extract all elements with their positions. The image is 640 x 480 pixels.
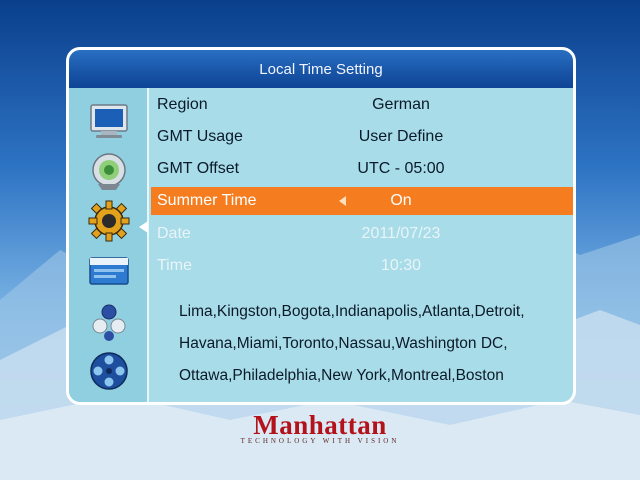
- game-pieces-icon[interactable]: [88, 300, 130, 342]
- setting-row-time: Time 10:30: [151, 251, 573, 281]
- local-time-setting-panel: Local Time Setting Region German GMT Usa…: [66, 47, 576, 405]
- setting-value: UTC - 05:00: [357, 160, 445, 177]
- setting-label: Time: [157, 257, 192, 274]
- setting-row-gmt-usage[interactable]: GMT Usage User Define: [151, 122, 573, 152]
- setting-row-region[interactable]: Region German: [151, 90, 573, 120]
- timezone-cities: Lima,Kingston,Bogota,Indianapolis,Atlant…: [179, 296, 559, 392]
- setting-label: Region: [157, 96, 208, 113]
- brand-logo: Manhattan TECHNOLOGY WITH VISION: [0, 410, 640, 445]
- setting-row-gmt-offset[interactable]: GMT Offset UTC - 05:00: [151, 154, 573, 184]
- setting-row-date: Date 2011/07/23: [151, 219, 573, 249]
- setting-label: Summer Time: [157, 192, 257, 209]
- film-reel-icon[interactable]: [88, 350, 130, 392]
- menu-icon-column: [69, 88, 149, 402]
- setting-label: GMT Offset: [157, 160, 240, 177]
- setting-value: German: [372, 96, 430, 113]
- gear-icon[interactable]: [88, 200, 130, 242]
- setting-label: GMT Usage: [157, 128, 243, 145]
- setting-value: User Define: [358, 128, 444, 145]
- selected-menu-pointer-icon: [139, 221, 148, 233]
- setting-value: 10:30: [380, 257, 422, 274]
- monitor-icon[interactable]: [88, 100, 130, 142]
- setting-label: Date: [157, 225, 191, 242]
- city-line: Lima,Kingston,Bogota,Indianapolis,Atlant…: [179, 303, 525, 320]
- setting-row-summer-time[interactable]: Summer Time On: [151, 187, 573, 215]
- setting-value: On: [390, 192, 412, 209]
- setting-value: 2011/07/23: [361, 225, 441, 242]
- satellite-dish-icon[interactable]: [88, 150, 130, 192]
- brand-tagline: TECHNOLOGY WITH VISION: [240, 437, 400, 445]
- channel-list-icon[interactable]: [88, 250, 130, 292]
- city-line: Havana,Miami,Toronto,Nassau,Washington D…: [179, 335, 508, 352]
- panel-title: Local Time Setting: [69, 50, 573, 88]
- city-line: Ottawa,Philadelphia,New York,Montreal,Bo…: [179, 367, 504, 384]
